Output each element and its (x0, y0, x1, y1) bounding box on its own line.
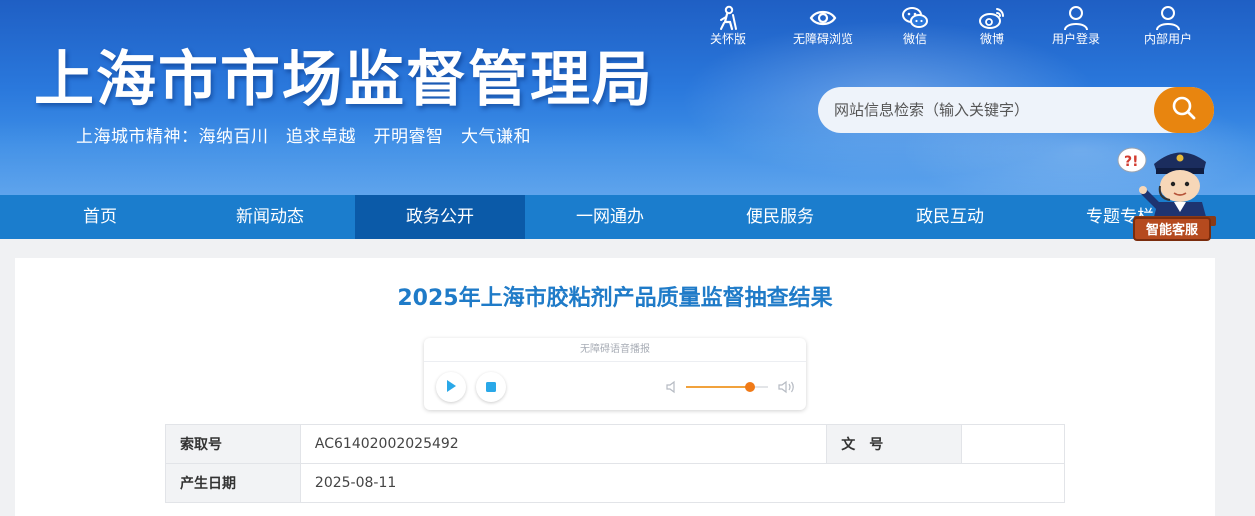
stop-button[interactable] (476, 372, 506, 402)
weibo-icon (975, 4, 1009, 32)
wechat-icon (898, 4, 932, 32)
nav-item-news[interactable]: 新闻动态 (185, 195, 355, 239)
index-number-value: AC61402002025492 (299, 424, 828, 464)
weibo-link[interactable]: 微博 (975, 4, 1009, 52)
site-title[interactable]: 上海市市场监督管理局 (34, 44, 654, 116)
internal-user-link[interactable]: 内部用户 (1140, 4, 1196, 52)
table-row: 产生日期 2025-08-11 (165, 463, 1066, 503)
nav-item-home[interactable]: 首页 (15, 195, 185, 239)
play-button[interactable] (436, 372, 466, 402)
table-row: 索取号 AC61402002025492 文 号 (165, 424, 1065, 464)
nav-item-interaction[interactable]: 政民互动 (865, 195, 1035, 239)
nav-item-one-stop-service[interactable]: 一网通办 (525, 195, 695, 239)
user-login-link[interactable]: 用户登录 (1048, 4, 1104, 52)
main-nav: 首页 新闻动态 政务公开 一网通办 便民服务 政民互动 专题专栏 (0, 195, 1255, 239)
elderly-care-icon (708, 4, 748, 32)
elderly-care-link[interactable]: 关怀版 (708, 4, 748, 52)
wechat-label: 微信 (902, 32, 927, 46)
audio-player: 无障碍语音播报 (424, 338, 806, 410)
internal-user-label: 内部用户 (1143, 32, 1192, 46)
volume-fill (686, 386, 750, 388)
accessibility-link[interactable]: 无障碍浏览 (788, 4, 858, 52)
eye-icon (788, 4, 858, 32)
search-button[interactable] (1154, 87, 1214, 133)
smart-service-button[interactable]: 智能客服 (1133, 217, 1211, 241)
user-login-label: 用户登录 (1051, 32, 1100, 46)
document-number-value (961, 424, 1065, 464)
site-search (818, 87, 1214, 133)
index-number-label: 索取号 (165, 424, 301, 464)
document-number-label: 文 号 (826, 424, 963, 464)
date-label: 产生日期 (165, 463, 301, 503)
search-icon (1171, 95, 1197, 125)
wechat-link[interactable]: 微信 (898, 4, 932, 52)
volume-knob[interactable] (744, 382, 755, 392)
volume-high-icon (778, 379, 796, 398)
svg-text:?!: ?! (1124, 154, 1139, 170)
stop-icon (485, 378, 497, 397)
city-spirit-slogan: 上海城市精神：海纳百川 追求卓越 开明睿智 大气谦和 (76, 127, 531, 147)
weibo-label: 微博 (979, 32, 1004, 46)
article-panel: 2025年上海市胶粘剂产品质量监督抽查结果 无障碍语音播报 索取号 AC6140… (15, 258, 1215, 516)
volume-low-icon (666, 379, 680, 398)
date-value: 2025-08-11 (299, 463, 1066, 503)
site-header: 上海市市场监督管理局 上海城市精神：海纳百川 追求卓越 开明睿智 大气谦和 关怀… (0, 0, 1255, 195)
accessibility-label: 无障碍浏览 (792, 32, 853, 46)
user-icon (1048, 4, 1104, 32)
elderly-care-label: 关怀版 (709, 32, 746, 46)
document-info-table: 索取号 AC61402002025492 文 号 产生日期 2025-08-11 (165, 424, 1066, 503)
player-title: 无障碍语音播报 (424, 338, 806, 362)
search-input[interactable] (834, 87, 1154, 133)
volume-slider[interactable] (686, 382, 768, 392)
play-icon (444, 378, 458, 397)
nav-item-government-affairs[interactable]: 政务公开 (355, 195, 525, 239)
nav-item-public-service[interactable]: 便民服务 (695, 195, 865, 239)
article-title: 2025年上海市胶粘剂产品质量监督抽查结果 (397, 286, 833, 311)
internal-user-icon (1140, 4, 1196, 32)
